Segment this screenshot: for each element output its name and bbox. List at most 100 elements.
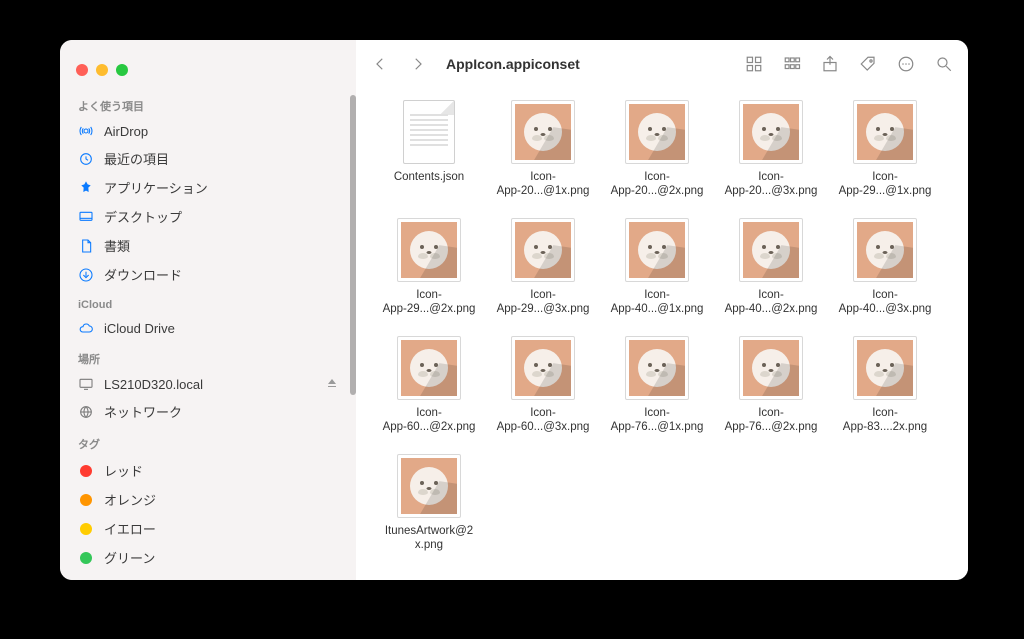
file-item[interactable]: Icon-App-29...@3x.png — [488, 218, 598, 330]
forward-button[interactable] — [408, 54, 428, 74]
file-item[interactable]: Icon-App-29...@2x.png — [374, 218, 484, 330]
download-icon — [78, 267, 94, 283]
file-item[interactable]: Icon-App-20...@2x.png — [602, 100, 712, 212]
sidebar-item[interactable]: レッド — [60, 456, 356, 485]
file-item[interactable]: Icon-App-40...@1x.png — [602, 218, 712, 330]
file-item[interactable]: Icon-App-83....2x.png — [830, 336, 940, 448]
sidebar-item-label: レッド — [104, 461, 143, 480]
file-name-label: Icon-App-29...@3x.png — [497, 288, 590, 317]
file-item[interactable]: Icon-App-76...@1x.png — [602, 336, 712, 448]
minimize-window-button[interactable] — [96, 64, 108, 76]
main-pane: AppIcon.appiconset — [356, 40, 968, 580]
sidebar-section-label: タグ — [60, 426, 356, 456]
airdrop-icon — [78, 123, 94, 139]
file-name-label: Icon-App-40...@1x.png — [611, 288, 704, 317]
file-item[interactable]: Icon-App-20...@3x.png — [716, 100, 826, 212]
json-file-icon — [397, 100, 461, 164]
file-name-label: Icon-App-83....2x.png — [843, 406, 927, 435]
file-item[interactable]: ItunesArtwork@2x.png — [374, 454, 484, 566]
file-name-label: Icon-App-60...@3x.png — [497, 406, 590, 435]
window-title: AppIcon.appiconset — [446, 56, 580, 72]
image-thumbnail-icon — [511, 218, 575, 282]
sidebar-scrollbar[interactable] — [350, 95, 356, 395]
file-name-label: Icon-App-20...@1x.png — [497, 170, 590, 199]
file-name-label: Icon-App-60...@2x.png — [383, 406, 476, 435]
image-thumbnail-icon — [625, 218, 689, 282]
file-item[interactable]: Icon-App-60...@2x.png — [374, 336, 484, 448]
toolbar: AppIcon.appiconset — [356, 40, 968, 88]
image-thumbnail-icon — [511, 336, 575, 400]
view-icon-mode-button[interactable] — [744, 54, 764, 74]
sidebar-item-label: LS210D320.local — [104, 377, 203, 392]
tag-icon — [78, 463, 94, 479]
sidebar-item[interactable]: 書類 — [60, 231, 356, 260]
sidebar-item[interactable]: イエロー — [60, 514, 356, 543]
image-thumbnail-icon — [853, 336, 917, 400]
finder-window: よく使う項目AirDrop 最近の項目アプリケーションデスクトップ書類ダウンロード… — [60, 40, 968, 580]
more-actions-button[interactable] — [896, 54, 916, 74]
sidebar-item[interactable]: LS210D320.local — [60, 371, 356, 397]
sidebar-section-label: よく使う項目 — [60, 88, 356, 118]
file-item[interactable]: Icon-App-40...@2x.png — [716, 218, 826, 330]
image-thumbnail-icon — [739, 218, 803, 282]
sidebar: よく使う項目AirDrop 最近の項目アプリケーションデスクトップ書類ダウンロード… — [60, 40, 356, 580]
close-window-button[interactable] — [76, 64, 88, 76]
sidebar-item-label: オレンジ — [104, 490, 156, 509]
tag-icon — [78, 521, 94, 537]
tag-icon — [78, 550, 94, 566]
image-thumbnail-icon — [397, 336, 461, 400]
sidebar-item-label: アプリケーション — [104, 178, 208, 197]
sidebar-item[interactable]: 最近の項目 — [60, 144, 356, 173]
eject-icon[interactable] — [326, 377, 338, 392]
doc-icon — [78, 238, 94, 254]
image-thumbnail-icon — [853, 100, 917, 164]
file-item[interactable]: Contents.json — [374, 100, 484, 212]
sidebar-item-label: iCloud Drive — [104, 321, 175, 336]
group-by-button[interactable] — [782, 54, 802, 74]
window-controls — [60, 52, 356, 88]
image-thumbnail-icon — [397, 454, 461, 518]
file-grid: Contents.json Icon-App-20...@1x.png Icon-A… — [356, 88, 968, 580]
image-thumbnail-icon — [739, 100, 803, 164]
sidebar-item[interactable]: ネットワーク — [60, 397, 356, 426]
sidebar-section-label: iCloud — [60, 289, 356, 315]
sidebar-item[interactable]: ダウンロード — [60, 260, 356, 289]
image-thumbnail-icon — [739, 336, 803, 400]
file-name-label: Icon-App-29...@1x.png — [839, 170, 932, 199]
sidebar-item-label: ダウンロード — [104, 265, 182, 284]
file-name-label: Icon-App-29...@2x.png — [383, 288, 476, 317]
sidebar-item[interactable]: AirDrop — [60, 118, 356, 144]
file-item[interactable]: Icon-App-29...@1x.png — [830, 100, 940, 212]
sidebar-section-label: 場所 — [60, 341, 356, 371]
sidebar-item[interactable]: アプリケーション — [60, 173, 356, 202]
image-thumbnail-icon — [511, 100, 575, 164]
sidebar-item-label: 最近の項目 — [104, 149, 169, 168]
sidebar-item-label: イエロー — [104, 519, 156, 538]
file-name-label: Icon-App-40...@3x.png — [839, 288, 932, 317]
sidebar-item[interactable]: グリーン — [60, 543, 356, 572]
image-thumbnail-icon — [625, 100, 689, 164]
image-thumbnail-icon — [853, 218, 917, 282]
file-item[interactable]: Icon-App-76...@2x.png — [716, 336, 826, 448]
file-name-label: Icon-App-20...@2x.png — [611, 170, 704, 199]
zoom-window-button[interactable] — [116, 64, 128, 76]
file-name-label: Icon-App-20...@3x.png — [725, 170, 818, 199]
image-thumbnail-icon — [397, 218, 461, 282]
share-button[interactable] — [820, 54, 840, 74]
file-item[interactable]: Icon-App-40...@3x.png — [830, 218, 940, 330]
file-name-label: Icon-App-76...@2x.png — [725, 406, 818, 435]
sidebar-item-label: ネットワーク — [104, 402, 182, 421]
display-icon — [78, 376, 94, 392]
sidebar-item[interactable]: iCloud Drive — [60, 315, 356, 341]
sidebar-item-label: デスクトップ — [104, 207, 182, 226]
tags-button[interactable] — [858, 54, 878, 74]
file-name-label: Icon-App-40...@2x.png — [725, 288, 818, 317]
sidebar-item[interactable]: デスクトップ — [60, 202, 356, 231]
back-button[interactable] — [370, 54, 390, 74]
file-item[interactable]: Icon-App-60...@3x.png — [488, 336, 598, 448]
sidebar-item-label: 書類 — [104, 236, 130, 255]
sidebar-item[interactable]: オレンジ — [60, 485, 356, 514]
file-item[interactable]: Icon-App-20...@1x.png — [488, 100, 598, 212]
file-name-label: Icon-App-76...@1x.png — [611, 406, 704, 435]
search-button[interactable] — [934, 54, 954, 74]
